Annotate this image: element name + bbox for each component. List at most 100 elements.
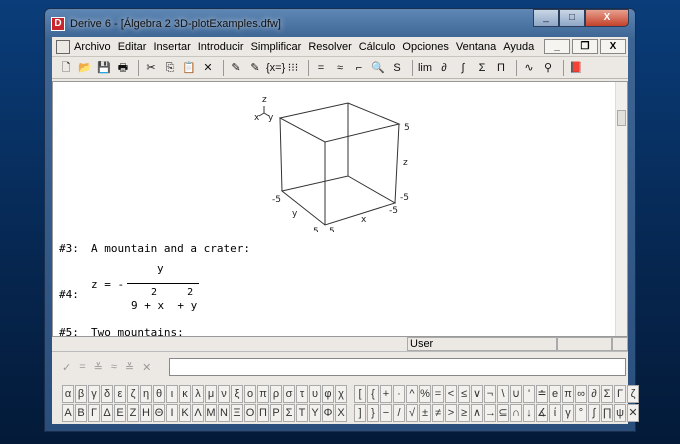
symbol-button[interactable]: →: [484, 404, 496, 422]
symbol-button[interactable]: ∏: [601, 404, 613, 422]
toolbar-button-icon[interactable]: 💾: [96, 60, 112, 76]
symbol-button[interactable]: ∫: [588, 404, 600, 422]
menu-editar[interactable]: Editar: [118, 41, 147, 53]
symbol-button[interactable]: ≤: [458, 385, 470, 403]
symbol-button[interactable]: ±: [419, 404, 431, 422]
symbol-button[interactable]: Γ: [88, 404, 100, 422]
symbol-button[interactable]: °: [575, 404, 587, 422]
symbol-button[interactable]: Κ: [179, 404, 191, 422]
toolbar-button-icon[interactable]: ⚲: [540, 60, 556, 76]
check-icon[interactable]: ✓: [62, 361, 71, 374]
symbol-button[interactable]: ρ: [270, 385, 282, 403]
menu-simplificar[interactable]: Simplificar: [251, 41, 302, 53]
symbol-button[interactable]: α: [62, 385, 74, 403]
toolbar-button-icon[interactable]: ✎: [247, 60, 263, 76]
symbol-button[interactable]: μ: [205, 385, 217, 403]
symbol-button[interactable]: Γ: [614, 385, 626, 403]
menu-ayuda[interactable]: Ayuda: [503, 41, 534, 53]
toolbar-button-icon[interactable]: 📋: [181, 60, 197, 76]
symbol-button[interactable]: τ: [296, 385, 308, 403]
symbol-button[interactable]: ξ: [231, 385, 243, 403]
symbol-button[interactable]: ': [523, 385, 535, 403]
symbol-button[interactable]: =: [432, 385, 444, 403]
symbol-button[interactable]: Τ: [296, 404, 308, 422]
symbol-button[interactable]: ≠: [432, 404, 444, 422]
cancel-icon[interactable]: ✕: [142, 361, 151, 374]
expression-lhs[interactable]: z = -: [91, 278, 124, 291]
symbol-button[interactable]: Χ: [335, 404, 347, 422]
symbol-button[interactable]: −: [380, 404, 392, 422]
toolbar-button-icon[interactable]: Σ: [474, 60, 490, 76]
symbol-button[interactable]: ζ: [627, 385, 639, 403]
toolbar-button-icon[interactable]: ⎘: [162, 60, 178, 76]
equals-icon[interactable]: =: [79, 361, 85, 373]
symbol-button[interactable]: ψ: [614, 404, 626, 422]
symbol-button[interactable]: π: [562, 385, 574, 403]
symbol-button[interactable]: ]: [354, 404, 366, 422]
toolbar-button-icon[interactable]: 📂: [77, 60, 93, 76]
symbol-button[interactable]: ∧: [471, 404, 483, 422]
derive-icon[interactable]: D: [51, 17, 65, 31]
symbol-button[interactable]: ¬: [484, 385, 496, 403]
menu-introducir[interactable]: Introducir: [198, 41, 244, 53]
symbol-button[interactable]: ∨: [471, 385, 483, 403]
symbol-button[interactable]: Ρ: [270, 404, 282, 422]
symbol-button[interactable]: ο: [244, 385, 256, 403]
symbol-button[interactable]: Σ: [283, 404, 295, 422]
symbol-button[interactable]: {: [367, 385, 379, 403]
symbol-button[interactable]: Ε: [114, 404, 126, 422]
toolbar-button-icon[interactable]: ✎: [228, 60, 244, 76]
toolbar-button-icon[interactable]: ∿: [521, 60, 537, 76]
toolbar-button-icon[interactable]: {x=}: [266, 60, 285, 76]
symbol-button[interactable]: λ: [192, 385, 204, 403]
symbol-button[interactable]: /: [393, 404, 405, 422]
menu-ventana[interactable]: Ventana: [456, 41, 496, 53]
symbol-button[interactable]: υ: [309, 385, 321, 403]
symbol-button[interactable]: σ: [283, 385, 295, 403]
symbol-button[interactable]: ≥: [458, 404, 470, 422]
symbol-button[interactable]: θ: [153, 385, 165, 403]
toolbar-button-icon[interactable]: ∫: [455, 60, 471, 76]
menu-archivo[interactable]: Archivo: [74, 41, 111, 53]
symbol-button[interactable]: ι: [166, 385, 178, 403]
maximize-button[interactable]: □: [559, 9, 585, 27]
symbol-button[interactable]: ∂: [588, 385, 600, 403]
symbol-button[interactable]: >: [445, 404, 457, 422]
symbol-button[interactable]: δ: [101, 385, 113, 403]
symbol-button[interactable]: χ: [335, 385, 347, 403]
toolbar-button-icon[interactable]: ✕: [200, 60, 216, 76]
symbol-button[interactable]: }: [367, 404, 379, 422]
toolbar-button-icon[interactable]: ≈: [332, 60, 348, 76]
toolbar-button-icon[interactable]: 🔍: [370, 60, 386, 76]
expression-numerator[interactable]: y: [157, 262, 164, 275]
menu-opciones[interactable]: Opciones: [402, 41, 448, 53]
symbol-button[interactable]: κ: [179, 385, 191, 403]
toolbar-button-icon[interactable]: lim: [417, 60, 433, 76]
doc-restore-button[interactable]: ❐: [572, 39, 598, 54]
symbol-button[interactable]: e: [549, 385, 561, 403]
symbol-button[interactable]: ·: [393, 385, 405, 403]
symbol-button[interactable]: Ο: [244, 404, 256, 422]
symbol-button[interactable]: ^: [406, 385, 418, 403]
enter-simplify-icon[interactable]: ≚: [125, 361, 134, 374]
symbol-button[interactable]: Λ: [192, 404, 204, 422]
toolbar-button-icon[interactable]: 📕: [568, 60, 584, 76]
symbol-button[interactable]: ∪: [510, 385, 522, 403]
symbol-button[interactable]: ν: [218, 385, 230, 403]
symbol-button[interactable]: ∞: [575, 385, 587, 403]
symbol-button[interactable]: ⊆: [497, 404, 509, 422]
symbol-button[interactable]: Φ: [322, 404, 334, 422]
symbol-button[interactable]: β: [75, 385, 87, 403]
symbol-button[interactable]: Β: [75, 404, 87, 422]
symbol-button[interactable]: Ν: [218, 404, 230, 422]
algebra-window[interactable]: z x y 5 z -5 -5 x 5 -5 y 5 #3: A mountai…: [52, 81, 628, 337]
toolbar-button-icon[interactable]: =: [313, 60, 329, 76]
symbol-button[interactable]: Θ: [153, 404, 165, 422]
symbol-button[interactable]: η: [140, 385, 152, 403]
close-button[interactable]: X: [585, 9, 629, 27]
expression-denominator[interactable]: 9 + x + y: [131, 299, 197, 312]
symbol-button[interactable]: <: [445, 385, 457, 403]
menu-calculo[interactable]: Cálculo: [359, 41, 396, 53]
symbol-button[interactable]: Σ: [601, 385, 613, 403]
expression-text[interactable]: A mountain and a crater:: [91, 242, 250, 255]
